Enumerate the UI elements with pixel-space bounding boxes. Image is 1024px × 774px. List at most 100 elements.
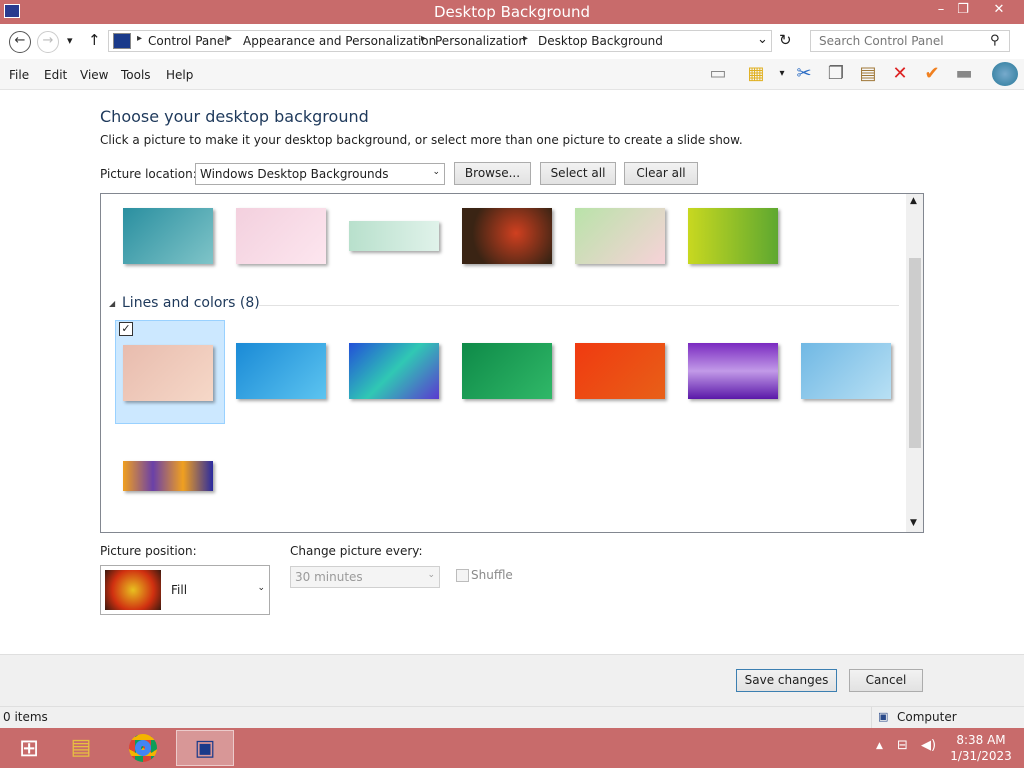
shuffle-checkbox[interactable] xyxy=(456,569,469,582)
clock-time: 8:38 AM xyxy=(956,733,1006,747)
show-hidden-icons-icon[interactable]: ▲ xyxy=(876,741,883,751)
taskbar: ⊞ ▤ ▣ ▲ ⊟ ◀) 8:38 AM 1/31/2023 xyxy=(0,728,1024,768)
copy-icon[interactable]: ❐ xyxy=(824,63,848,85)
group-divider xyxy=(259,305,899,306)
chevron-down-icon: ⌄ xyxy=(427,570,435,580)
clock[interactable]: 8:38 AM 1/31/2023 xyxy=(950,732,1012,764)
change-picture-label: Change picture every: xyxy=(290,544,423,558)
menu-file[interactable]: File xyxy=(9,68,29,82)
layout-icon[interactable]: ▭ xyxy=(706,63,730,85)
volume-icon[interactable]: ◀) xyxy=(921,738,936,753)
wallpaper-thumbnail[interactable] xyxy=(123,461,213,491)
breadcrumb-personalization[interactable]: Personalization xyxy=(435,34,526,48)
wallpaper-thumbnail[interactable] xyxy=(462,343,552,399)
gallery-scrollbar[interactable]: ▲ ▼ xyxy=(906,194,923,532)
status-bar: 0 items ▣ Computer xyxy=(0,706,1024,729)
clear-all-button[interactable]: Clear all xyxy=(624,162,698,185)
wallpaper-thumbnail[interactable] xyxy=(349,343,439,399)
computer-icon: ▣ xyxy=(878,710,889,723)
wallpaper-thumbnail[interactable] xyxy=(688,208,778,264)
menu-edit[interactable]: Edit xyxy=(44,68,67,82)
action-bar: Save changes Cancel xyxy=(0,654,1024,706)
file-explorer-icon[interactable]: ▤ xyxy=(52,730,110,766)
wallpaper-thumbnail[interactable] xyxy=(349,221,439,251)
picture-position-select[interactable]: Fill ⌄ xyxy=(100,565,270,615)
breadcrumb[interactable]: ▸ Control Panel ▸ Appearance and Persona… xyxy=(108,30,772,52)
status-location: Computer xyxy=(897,710,957,724)
change-interval-value: 30 minutes xyxy=(295,570,363,584)
select-all-button[interactable]: Select all xyxy=(540,162,616,185)
wallpaper-thumbnail[interactable] xyxy=(575,208,665,264)
scrollbar-thumb[interactable] xyxy=(909,258,921,448)
shuffle-label: Shuffle xyxy=(471,568,513,582)
position-preview-image xyxy=(105,570,161,610)
globe-icon[interactable] xyxy=(992,62,1018,86)
title-bar: Desktop Background – ❐ ✕ xyxy=(0,0,1024,24)
group-header[interactable]: Lines and colors (8) xyxy=(122,295,260,311)
picture-position-label: Picture position: xyxy=(100,544,197,558)
chevron-down-icon: ⌄ xyxy=(257,583,265,593)
chrome-icon[interactable] xyxy=(114,730,172,766)
paste-icon[interactable]: ▤ xyxy=(856,63,880,85)
up-arrow-icon[interactable]: ↑ xyxy=(88,31,101,49)
maximize-button[interactable]: ❐ xyxy=(946,0,980,22)
breadcrumb-separator-icon: ▸ xyxy=(227,33,233,44)
menu-bar: File Edit View Tools Help ▭ ▦ ▾ ✂ ❐ ▤ ✕ … xyxy=(0,59,1024,90)
collapse-triangle-icon[interactable]: ◢ xyxy=(109,299,115,308)
forward-button[interactable]: → xyxy=(37,31,59,53)
recent-pages-chevron-icon[interactable]: ▾ xyxy=(67,34,73,47)
page-subtitle: Click a picture to make it your desktop … xyxy=(100,133,743,147)
item-count: 0 items xyxy=(3,710,48,724)
picture-location-select[interactable]: Windows Desktop Backgrounds ⌄ xyxy=(195,163,445,185)
search-icon[interactable]: ⚲ xyxy=(990,33,1000,48)
back-button[interactable]: ← xyxy=(9,31,31,53)
picture-position-value: Fill xyxy=(171,583,188,597)
menu-view[interactable]: View xyxy=(80,68,108,82)
breadcrumb-separator-icon: ▸ xyxy=(137,33,143,44)
change-interval-select[interactable]: 30 minutes ⌄ xyxy=(290,566,440,588)
windows-start-icon[interactable]: ⊞ xyxy=(0,730,58,766)
scroll-up-icon[interactable]: ▲ xyxy=(910,196,917,206)
network-icon[interactable]: ⊟ xyxy=(897,738,908,753)
breadcrumb-separator-icon: ▸ xyxy=(523,33,529,44)
address-dropdown-icon[interactable]: ⌄ xyxy=(757,32,768,47)
menu-tools[interactable]: Tools xyxy=(121,68,151,82)
wallpaper-thumbnail[interactable] xyxy=(123,345,213,401)
rename-icon[interactable]: ▬ xyxy=(952,63,976,85)
check-icon[interactable]: ✔ xyxy=(920,63,944,85)
close-button[interactable]: ✕ xyxy=(982,0,1016,22)
refresh-icon[interactable]: ↻ xyxy=(779,31,792,49)
thumbnail-checkbox[interactable]: ✓ xyxy=(119,322,133,336)
clock-date: 1/31/2023 xyxy=(950,749,1012,763)
breadcrumb-desktop-background[interactable]: Desktop Background xyxy=(538,34,663,48)
search-input[interactable]: Search Control Panel xyxy=(810,30,1010,52)
control-panel-taskbar-icon[interactable]: ▣ xyxy=(176,730,234,766)
picture-location-label: Picture location: xyxy=(100,167,197,181)
cut-icon[interactable]: ✂ xyxy=(792,63,816,85)
breadcrumb-separator-icon: ▸ xyxy=(421,33,427,44)
browse-button[interactable]: Browse... xyxy=(454,162,531,185)
breadcrumb-appearance[interactable]: Appearance and Personalization xyxy=(243,34,436,48)
page-title: Choose your desktop background xyxy=(100,107,369,126)
delete-icon[interactable]: ✕ xyxy=(888,63,912,85)
save-changes-button[interactable]: Save changes xyxy=(736,669,837,692)
window-title: Desktop Background xyxy=(433,3,591,21)
cancel-button[interactable]: Cancel xyxy=(849,669,923,692)
wallpaper-thumbnail[interactable] xyxy=(236,343,326,399)
properties-icon[interactable]: ▦ xyxy=(744,63,768,85)
wallpaper-thumbnail[interactable] xyxy=(575,343,665,399)
wallpaper-gallery[interactable]: ◢ Lines and colors (8) ✓ ▲ ▼ xyxy=(100,193,924,533)
menu-help[interactable]: Help xyxy=(166,68,193,82)
wallpaper-thumbnail[interactable] xyxy=(123,208,213,264)
wallpaper-thumbnail[interactable] xyxy=(688,343,778,399)
scroll-down-icon[interactable]: ▼ xyxy=(910,518,917,528)
breadcrumb-control-panel[interactable]: Control Panel xyxy=(148,34,228,48)
picture-location-value: Windows Desktop Backgrounds xyxy=(200,167,389,181)
properties-dropdown-icon[interactable]: ▾ xyxy=(770,63,794,85)
main-content: Choose your desktop background Click a p… xyxy=(0,90,1024,654)
wallpaper-thumbnail[interactable] xyxy=(236,208,326,264)
control-panel-icon xyxy=(113,33,131,49)
wallpaper-thumbnail[interactable] xyxy=(462,208,552,264)
wallpaper-thumbnail[interactable] xyxy=(801,343,891,399)
status-divider xyxy=(871,707,872,729)
